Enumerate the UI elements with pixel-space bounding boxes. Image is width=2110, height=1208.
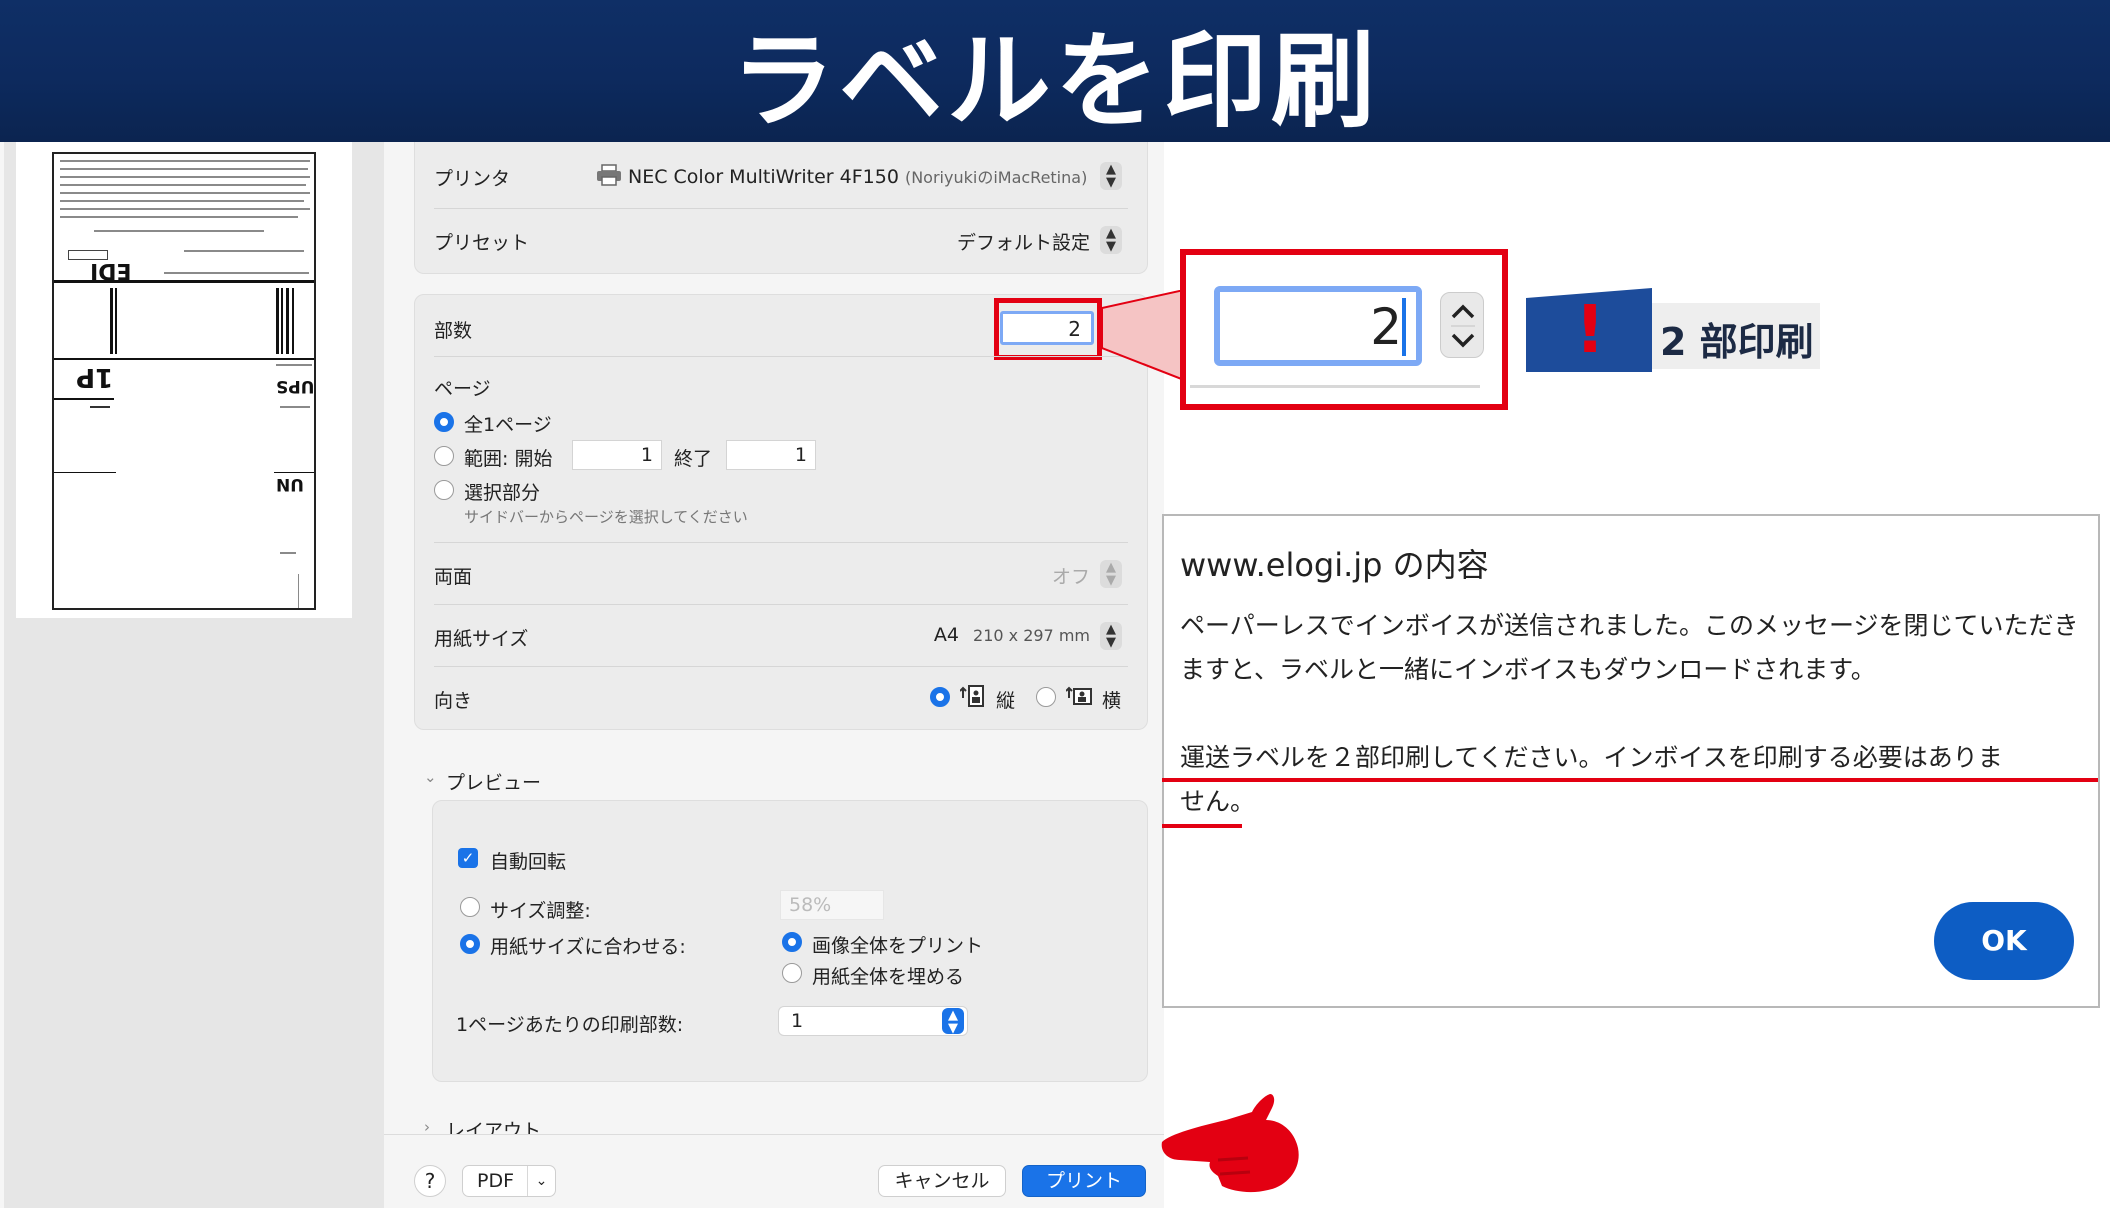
duplex-select[interactable]: オフ bbox=[960, 562, 1090, 589]
preview-chevron-down-icon[interactable]: ⌄ bbox=[424, 768, 437, 786]
per-page-label: 1ページあたりの印刷部数: bbox=[456, 1014, 684, 1036]
paper-size-dims: 210 x 297 mm bbox=[973, 626, 1090, 645]
duplex-label: 両面 bbox=[434, 566, 473, 588]
portrait-icon bbox=[960, 685, 984, 707]
auto-rotate-label: 自動回転 bbox=[490, 851, 567, 873]
per-page-chevron-updown-icon[interactable]: ▲ ▼ bbox=[942, 1008, 964, 1035]
alert-message: ペーパーレスでインボイスが送信されました。このメッセージを閉じていただきますと、… bbox=[1180, 611, 2079, 684]
divider bbox=[434, 208, 1128, 209]
alert-title: www.elogi.jp の内容 bbox=[1180, 546, 1489, 584]
range-start-input[interactable]: 1 bbox=[572, 440, 662, 470]
preset-label: プリセット bbox=[434, 232, 530, 254]
scale-label: サイズ調整: bbox=[490, 900, 591, 922]
orientation-landscape-radio[interactable] bbox=[1036, 687, 1056, 707]
range-end-input[interactable]: 1 bbox=[726, 440, 816, 470]
fit-label: 用紙サイズに合わせる: bbox=[490, 936, 686, 958]
pages-all-label: 全1ページ bbox=[464, 414, 552, 436]
fill-paper-label: 用紙全体を埋める bbox=[812, 966, 965, 988]
orientation-portrait-label: 縦 bbox=[996, 690, 1016, 712]
landscape-icon bbox=[1066, 686, 1092, 705]
callout-connector bbox=[1102, 290, 1184, 380]
help-button[interactable]: ? bbox=[414, 1165, 446, 1197]
copies-stepper[interactable] bbox=[1440, 292, 1484, 358]
layout-section-toggle[interactable]: レイアウト bbox=[446, 1116, 541, 1134]
text-cursor bbox=[1402, 298, 1406, 356]
instruction-underline bbox=[1162, 778, 2098, 782]
orientation-portrait-radio[interactable] bbox=[930, 687, 950, 707]
paper-size-value: A4 bbox=[933, 624, 959, 646]
orientation-label: 向き bbox=[434, 690, 473, 712]
ok-button[interactable]: OK bbox=[1934, 902, 2074, 980]
divider bbox=[434, 604, 1128, 605]
divider bbox=[434, 542, 1128, 543]
pointing-hand-icon bbox=[1161, 1094, 1299, 1193]
scale-input[interactable]: 58% bbox=[780, 890, 884, 920]
pages-range-radio[interactable] bbox=[434, 446, 454, 466]
banner-title: ラベルを印刷 bbox=[730, 19, 1379, 142]
range-end-label: 終了 bbox=[674, 448, 713, 470]
pdf-menu-button[interactable]: PDF ⌄ bbox=[462, 1165, 556, 1197]
chevron-up-down-icon bbox=[1451, 304, 1475, 348]
preset-select[interactable]: デフォルト設定 bbox=[880, 228, 1090, 255]
warning-text: 2 部印刷 bbox=[1660, 320, 1814, 364]
divider bbox=[434, 356, 1128, 357]
pages-range-label: 範囲: 開始 bbox=[464, 448, 553, 470]
pages-selection-radio[interactable] bbox=[434, 480, 454, 500]
sidebar-edge bbox=[0, 142, 4, 1208]
preset-chevron-updown-icon[interactable]: ▲ ▼ bbox=[1100, 226, 1122, 254]
copies-label: 部数 bbox=[434, 320, 473, 342]
alert-instruction-cont: せん。 bbox=[1180, 787, 1256, 816]
exclamation-icon: ! bbox=[1574, 291, 1606, 368]
orientation-landscape-label: 横 bbox=[1102, 690, 1122, 712]
copies-input[interactable]: 2 bbox=[1000, 311, 1094, 345]
scale-radio[interactable] bbox=[460, 897, 480, 917]
pages-selection-label: 選択部分 bbox=[464, 482, 541, 504]
preview-section-toggle[interactable]: プレビュー bbox=[446, 768, 541, 795]
instruction-underline-end bbox=[1162, 824, 1242, 828]
pages-label: ページ bbox=[434, 378, 491, 400]
paper-size-select[interactable]: A4 210 x 297 mm bbox=[820, 624, 1090, 646]
footer-divider bbox=[384, 1134, 1164, 1135]
printer-name: NEC Color MultiWriter 4F150 bbox=[628, 166, 899, 188]
printer-chevron-updown-icon[interactable]: ▲ ▼ bbox=[1100, 162, 1122, 190]
per-page-select[interactable]: 1 bbox=[778, 1006, 968, 1036]
cancel-button[interactable]: キャンセル bbox=[878, 1165, 1006, 1197]
callout-divider bbox=[1190, 385, 1480, 388]
print-button[interactable]: プリント bbox=[1022, 1165, 1146, 1197]
divider bbox=[434, 666, 1128, 667]
printer-label: プリンタ bbox=[434, 168, 511, 190]
shipping-label-preview: EDI 1P UPS UN bbox=[52, 152, 316, 610]
duplex-chevron-updown-icon[interactable]: ▲ ▼ bbox=[1100, 560, 1122, 588]
printer-host: (NoriyukiのiMacRetina) bbox=[904, 168, 1088, 187]
selection-hint: サイドバーからページを選択してください bbox=[464, 508, 748, 526]
layout-section-clip: › レイアウト bbox=[384, 1110, 1164, 1134]
pdf-label: PDF bbox=[477, 1170, 515, 1192]
pages-all-radio[interactable] bbox=[434, 412, 454, 432]
print-entire-label: 画像全体をプリント bbox=[812, 935, 984, 957]
paper-chevron-updown-icon[interactable]: ▲ ▼ bbox=[1100, 622, 1122, 650]
fit-radio[interactable] bbox=[460, 934, 480, 954]
printer-select[interactable]: NEC Color MultiWriter 4F150 (NoriyukiのiM… bbox=[628, 164, 1087, 188]
alert-instruction: 運送ラベルを２部印刷してください。インボイスを印刷する必要はありま bbox=[1180, 743, 2003, 772]
printer-icon bbox=[597, 164, 621, 186]
paper-size-label: 用紙サイズ bbox=[434, 628, 529, 650]
chevron-down-icon: ⌄ bbox=[527, 1166, 555, 1196]
copies-zoom-input: 2 bbox=[1214, 286, 1422, 366]
print-entire-radio[interactable] bbox=[782, 932, 802, 952]
auto-rotate-checkbox[interactable]: ✓ bbox=[458, 848, 478, 868]
fill-paper-radio[interactable] bbox=[782, 963, 802, 983]
layout-chevron-right-icon[interactable]: › bbox=[424, 1118, 430, 1134]
